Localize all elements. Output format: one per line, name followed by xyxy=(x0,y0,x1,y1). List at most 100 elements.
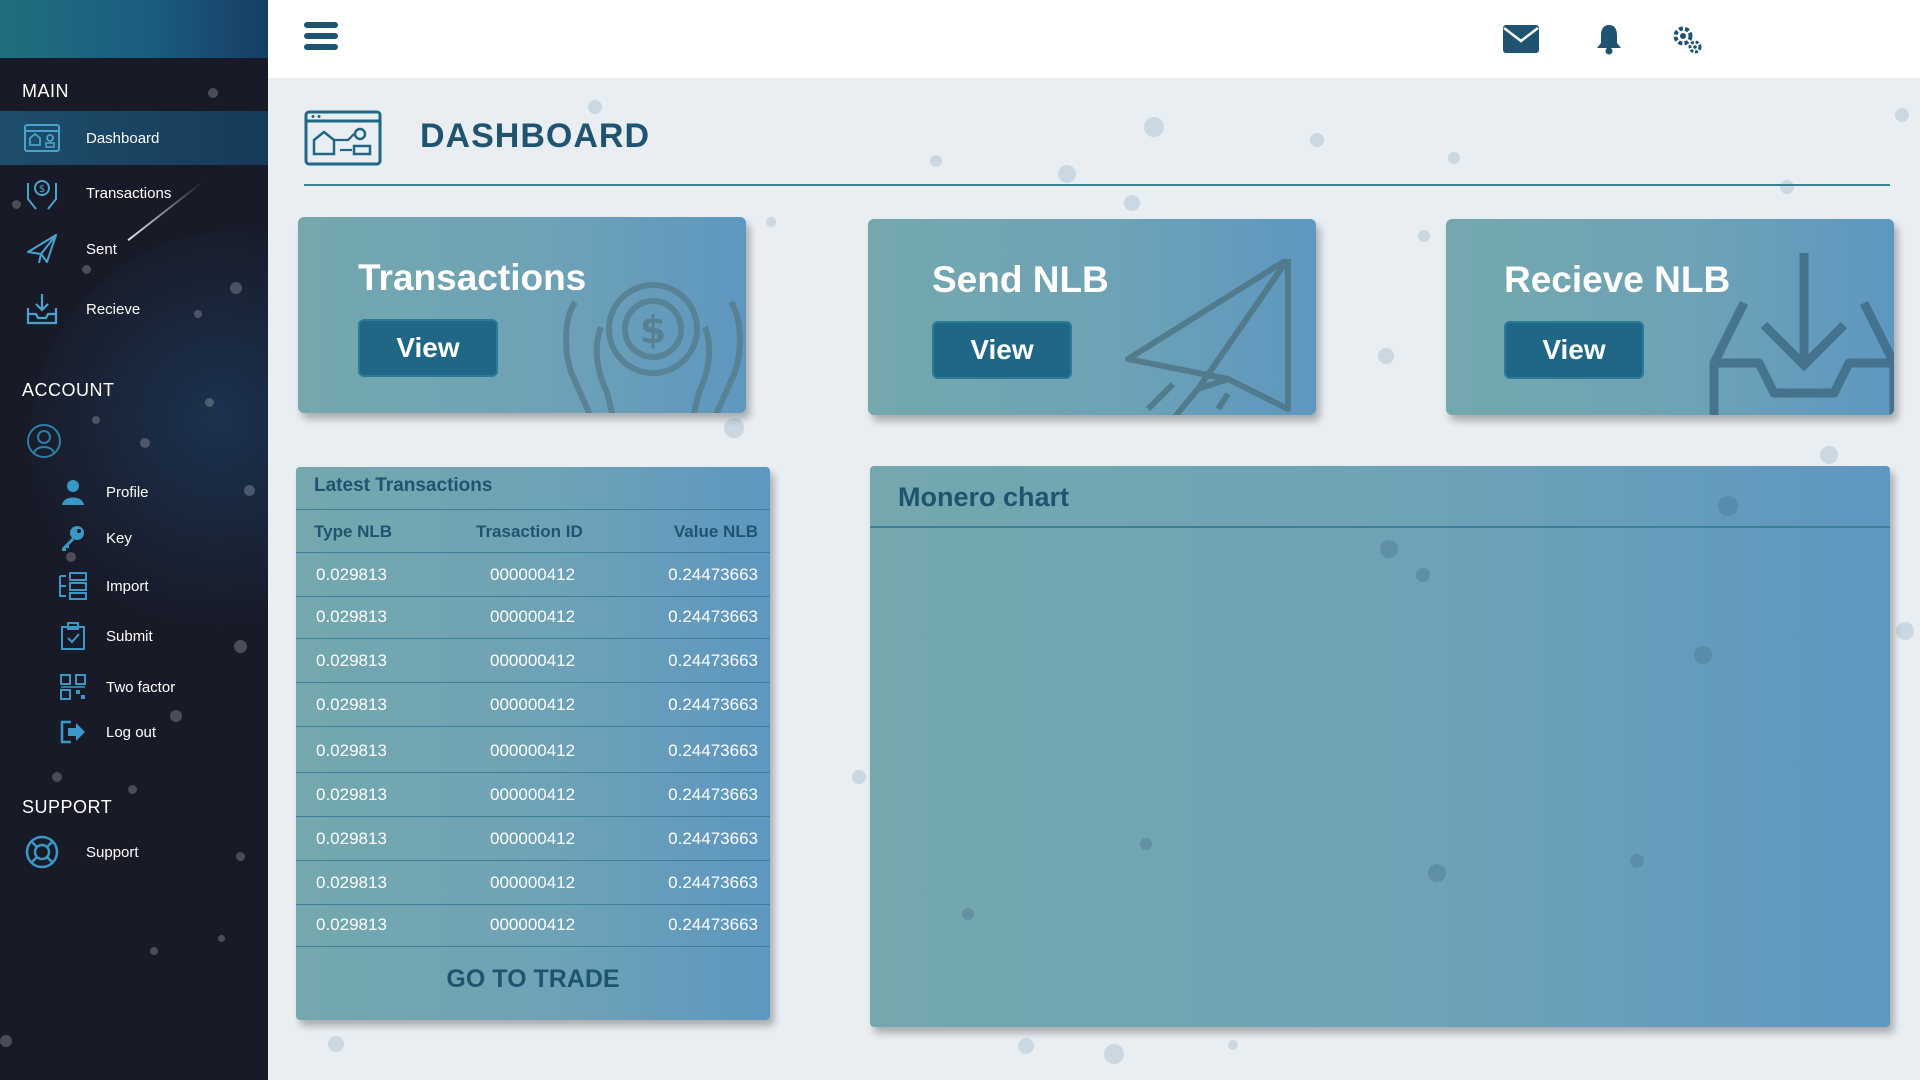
cell-value: 0.24473663 xyxy=(668,785,758,804)
sidebar-item-label: Two factor xyxy=(106,678,176,696)
account-avatar-icon xyxy=(26,423,62,459)
sidebar-item-transactions[interactable]: $ Transactions xyxy=(0,166,268,220)
cell-transaction-id: 000000412 xyxy=(490,915,576,934)
column-header-type: Type NLB xyxy=(314,522,393,541)
qr-code-icon xyxy=(58,672,88,702)
sidebar-item-label: Dashboard xyxy=(86,129,160,147)
recieve-nlb-view-button[interactable]: View xyxy=(1504,321,1644,379)
sidebar-item-support[interactable]: Support xyxy=(0,825,268,879)
sidebar-item-sent[interactable]: Sent xyxy=(0,222,268,276)
sidebar-item-label: Transactions xyxy=(86,184,172,202)
table-row[interactable]: 0.029813 000000412 0.24473663 xyxy=(296,683,770,727)
column-header-transaction-id: Trasaction ID xyxy=(476,522,583,541)
send-nlb-view-button[interactable]: View xyxy=(932,321,1072,379)
cell-value: 0.24473663 xyxy=(668,651,758,670)
table-header: Type NLB Trasaction ID Value NLB xyxy=(296,509,770,553)
sidebar-item-recieve[interactable]: Recieve xyxy=(0,282,268,336)
svg-text:$: $ xyxy=(39,184,45,195)
cell-transaction-id: 000000412 xyxy=(490,565,576,584)
logout-icon xyxy=(58,717,88,747)
person-icon xyxy=(58,477,88,507)
inbox-download-icon xyxy=(1704,253,1894,415)
sidebar-item-label: Submit xyxy=(106,627,153,645)
table-row[interactable]: 0.029813 000000412 0.24473663 xyxy=(296,773,770,817)
table-row[interactable]: 0.029813 000000412 0.24473663 xyxy=(296,595,770,639)
sidebar-item-key[interactable]: Key xyxy=(0,516,268,560)
mail-icon[interactable] xyxy=(1500,18,1542,60)
sidebar-item-import[interactable]: Import xyxy=(0,564,268,608)
table-row[interactable]: 0.029813 000000412 0.24473663 xyxy=(296,903,770,947)
cell-transaction-id: 000000412 xyxy=(490,829,576,848)
header-divider xyxy=(304,184,1890,186)
cell-type: 0.029813 xyxy=(316,695,387,714)
cell-type: 0.029813 xyxy=(316,607,387,626)
sidebar-item-dashboard[interactable]: Dashboard xyxy=(0,111,268,165)
sidebar-item-label: Log out xyxy=(106,723,157,741)
gears-icon[interactable] xyxy=(1666,18,1708,60)
latest-transactions-title: Latest Transactions xyxy=(314,475,493,496)
cell-value: 0.24473663 xyxy=(668,829,758,848)
cell-type: 0.029813 xyxy=(316,785,387,804)
transactions-view-button[interactable]: View xyxy=(358,319,498,377)
dashboard-icon xyxy=(24,120,60,156)
cell-type: 0.029813 xyxy=(316,915,387,934)
card-send-nlb: Send NLB View xyxy=(868,219,1316,415)
svg-text:$: $ xyxy=(640,308,666,352)
dashboard-icon xyxy=(304,110,382,166)
paper-plane-icon xyxy=(1118,256,1308,415)
table-row[interactable]: 0.029813 000000412 0.24473663 xyxy=(296,729,770,773)
table-row[interactable]: 0.029813 000000412 0.24473663 xyxy=(296,639,770,683)
sidebar-item-two-factor[interactable]: Two factor xyxy=(0,665,268,709)
page-title: DASHBOARD xyxy=(420,117,650,155)
sidebar-item-label: Profile xyxy=(106,483,149,501)
card-title: Transactions xyxy=(358,257,587,298)
inbox-download-icon xyxy=(24,291,60,327)
cell-type: 0.029813 xyxy=(316,651,387,670)
cell-value: 0.24473663 xyxy=(668,695,758,714)
top-bar xyxy=(268,0,1920,78)
sidebar-item-label: Key xyxy=(106,529,132,547)
menu-icon[interactable] xyxy=(304,22,338,54)
latest-transactions-panel: Latest Transactions Type NLB Trasaction … xyxy=(296,467,770,1020)
hands-coin-icon: $ xyxy=(563,277,743,413)
monero-chart-panel: Monero chart xyxy=(870,466,1890,1027)
cell-transaction-id: 000000412 xyxy=(490,873,576,892)
card-title: Recieve NLB xyxy=(1504,259,1731,300)
cell-type: 0.029813 xyxy=(316,565,387,584)
column-header-value: Value NLB xyxy=(673,522,758,541)
sidebar-section-support: SUPPORT xyxy=(22,797,113,817)
sidebar-brand-bar xyxy=(0,0,268,58)
cell-type: 0.029813 xyxy=(316,829,387,848)
sidebar-item-submit[interactable]: Submit xyxy=(0,614,268,658)
table-row[interactable]: 0.029813 000000412 0.24473663 xyxy=(296,817,770,861)
bell-icon[interactable] xyxy=(1588,18,1630,60)
card-title: Send NLB xyxy=(932,259,1109,300)
paper-plane-icon xyxy=(24,231,60,267)
monero-chart-title: Monero chart xyxy=(898,482,1070,512)
submit-icon xyxy=(58,621,88,651)
go-to-trade-link[interactable]: GO TO TRADE xyxy=(296,965,770,994)
sidebar-item-log-out[interactable]: Log out xyxy=(0,710,268,754)
cell-value: 0.24473663 xyxy=(668,741,758,760)
sidebar-item-label: Support xyxy=(86,843,139,861)
cell-type: 0.029813 xyxy=(316,741,387,760)
key-icon xyxy=(58,523,88,553)
cell-transaction-id: 000000412 xyxy=(490,785,576,804)
hands-coin-icon: $ xyxy=(24,175,60,211)
cell-transaction-id: 000000412 xyxy=(490,607,576,626)
cell-transaction-id: 000000412 xyxy=(490,651,576,670)
cell-value: 0.24473663 xyxy=(668,915,758,934)
sidebar-item-profile[interactable]: Profile xyxy=(0,470,268,514)
table-row[interactable]: 0.029813 000000412 0.24473663 xyxy=(296,553,770,597)
card-recieve-nlb: Recieve NLB View xyxy=(1446,219,1894,415)
sidebar: MAIN Dashboard $ Transactions Sent Recie… xyxy=(0,0,268,1080)
sidebar-section-main: MAIN xyxy=(22,81,69,101)
cell-value: 0.24473663 xyxy=(668,873,758,892)
sidebar-section-account: ACCOUNT xyxy=(22,380,115,400)
table-row[interactable]: 0.029813 000000412 0.24473663 xyxy=(296,861,770,905)
sidebar-item-label: Import xyxy=(106,577,149,595)
import-icon xyxy=(58,571,88,601)
card-transactions: Transactions View $ xyxy=(298,217,746,413)
monero-chart-divider xyxy=(870,526,1890,528)
lifebuoy-icon xyxy=(24,834,60,870)
